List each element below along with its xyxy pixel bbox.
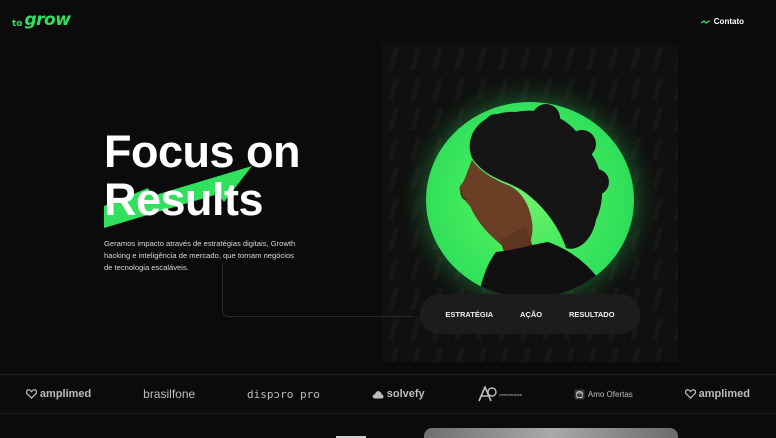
client-name: amplimed bbox=[698, 388, 750, 400]
logo-prefix: to bbox=[12, 19, 23, 29]
client-name: performance bbox=[499, 391, 522, 397]
cloud-icon bbox=[372, 390, 384, 398]
hero-title: Focus on Results bbox=[104, 128, 301, 225]
to-grow-logo[interactable]: to grow bbox=[12, 10, 71, 30]
step-acao[interactable]: AÇÃO bbox=[520, 310, 542, 319]
logo-main: grow bbox=[24, 10, 71, 30]
client-logo-amo-ofertas: Amo Ofertas bbox=[574, 389, 633, 400]
step-resultado[interactable]: RESULTADO bbox=[569, 310, 615, 319]
client-name: amplimed bbox=[39, 388, 92, 400]
step-estrategia[interactable]: ESTRATÉGIA bbox=[445, 310, 493, 319]
client-logo-solvefy: solvefy bbox=[372, 388, 425, 400]
client-logo-performance: performance bbox=[477, 386, 522, 402]
decorative-line bbox=[222, 262, 412, 317]
next-section-image bbox=[424, 428, 678, 438]
bag-icon bbox=[574, 389, 585, 399]
client-logo-disparo-pro: dispɔro pro bbox=[247, 388, 320, 401]
client-logo-amplimed-2: amplimed bbox=[684, 388, 750, 400]
portrait-image bbox=[426, 102, 634, 298]
heart-icon bbox=[684, 389, 696, 399]
client-logo-amplimed: amplimed bbox=[25, 388, 92, 400]
heart-icon bbox=[25, 389, 37, 399]
hero-title-line2: Results bbox=[104, 174, 264, 225]
a-logo-icon bbox=[477, 386, 497, 402]
contact-link[interactable]: Contato bbox=[700, 17, 744, 26]
client-name: Amo Ofertas bbox=[587, 389, 633, 399]
zigzag-icon bbox=[700, 19, 710, 24]
client-name: solvefy bbox=[386, 388, 425, 400]
client-logo-brasilfone: brasilfone bbox=[143, 387, 195, 401]
steps-pill: ESTRATÉGIA AÇÃO RESULTADO bbox=[420, 294, 640, 334]
client-name: dispɔro pro bbox=[247, 387, 320, 401]
contact-label: Contato bbox=[713, 17, 744, 26]
client-logos-strip: amplimed brasilfone dispɔro pro solvefy … bbox=[0, 374, 776, 414]
client-name: brasilfone bbox=[143, 387, 196, 401]
